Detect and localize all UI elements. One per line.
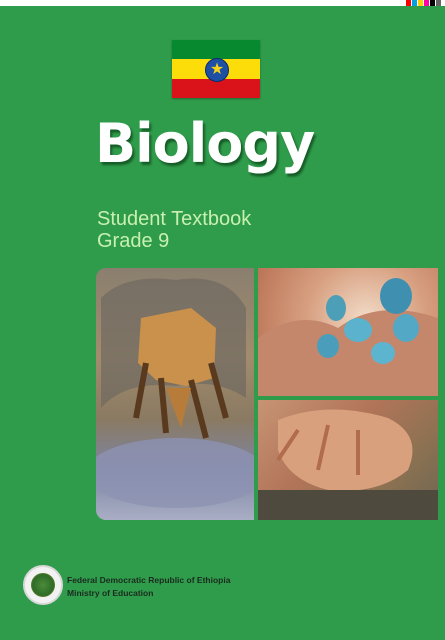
book-cover: ★ Biology Student Textbook Grade 9 Feder… [0, 0, 445, 640]
insect-photo [96, 268, 254, 520]
blue-eggs-photo [258, 268, 438, 396]
book-subtitle: Student Textbook Grade 9 [97, 208, 251, 252]
color-swatches [406, 0, 441, 6]
subtitle-line-1: Student Textbook [97, 208, 252, 230]
publisher-line-2: Ministry of Education [67, 588, 154, 598]
book-title: Biology [95, 112, 315, 175]
top-strip [0, 0, 445, 6]
photo-collage [96, 268, 438, 520]
hand-photo [258, 400, 438, 520]
subtitle-line-2: Grade 9 [97, 230, 170, 252]
publisher-block: Federal Democratic Republic of Ethiopia … [67, 574, 230, 600]
ethiopian-flag: ★ [172, 40, 260, 98]
ministry-seal [23, 565, 63, 605]
star-emblem-icon: ★ [205, 58, 229, 82]
publisher-line-1: Federal Democratic Republic of Ethiopia [67, 575, 231, 585]
